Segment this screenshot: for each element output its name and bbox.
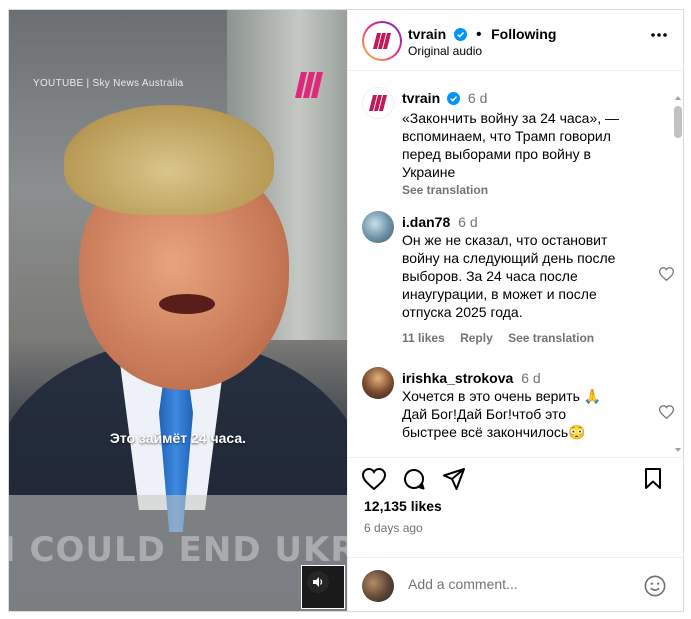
video-mouth bbox=[159, 294, 215, 314]
comment-text: Хочется в это очень верить 🙏 Дай Бог!Дай… bbox=[402, 388, 602, 440]
video-hair bbox=[64, 105, 274, 215]
commenter-username[interactable]: irishka_strokova bbox=[402, 370, 513, 386]
commenter-username[interactable]: i.dan78 bbox=[402, 214, 450, 230]
tvrain-watermark-icon bbox=[289, 70, 325, 105]
like-comment-icon[interactable] bbox=[658, 267, 675, 286]
caption-username[interactable]: tvrain bbox=[402, 90, 440, 106]
post-actions: 12,135 likes 6 days ago bbox=[348, 457, 683, 611]
comment-icon[interactable] bbox=[402, 467, 426, 496]
video-source-label: YOUTUBE | Sky News Australia bbox=[33, 78, 184, 89]
like-comment-icon[interactable] bbox=[658, 405, 675, 424]
post-details-panel: tvrain • Following Original audio tvrain… bbox=[347, 10, 683, 611]
author-avatar[interactable] bbox=[362, 21, 402, 61]
following-button[interactable]: Following bbox=[491, 26, 556, 42]
add-comment-input[interactable] bbox=[408, 576, 628, 592]
more-options-icon[interactable] bbox=[650, 26, 668, 38]
tvrain-logo-icon bbox=[363, 88, 393, 118]
video-subtitle: Это займёт 24 часа. bbox=[109, 430, 247, 446]
speaker-icon bbox=[307, 571, 329, 593]
current-user-avatar bbox=[362, 570, 394, 602]
add-comment-bar bbox=[348, 557, 683, 611]
see-translation-link[interactable]: See translation bbox=[402, 181, 624, 199]
likes-count[interactable]: 12,135 likes bbox=[364, 498, 442, 514]
share-icon[interactable] bbox=[442, 468, 466, 495]
verified-badge-icon bbox=[447, 91, 461, 109]
emoji-icon[interactable] bbox=[644, 575, 666, 602]
see-translation-link[interactable]: See translation bbox=[508, 331, 594, 345]
scrollbar-thumb[interactable] bbox=[674, 106, 682, 138]
scroll-down-icon[interactable] bbox=[674, 446, 682, 454]
commenter-avatar[interactable] bbox=[362, 211, 394, 243]
caption-text: «Закончить войну за 24 часа», — вспомина… bbox=[402, 110, 620, 180]
author-username[interactable]: tvrain bbox=[408, 26, 446, 42]
commenter-avatar[interactable] bbox=[362, 367, 394, 399]
comment-meta: 11 likes Reply See translation bbox=[402, 329, 624, 347]
video-player[interactable]: I COULD END UKR YOUTUBE | Sky News Austr… bbox=[9, 10, 347, 611]
mute-toggle[interactable] bbox=[301, 565, 345, 609]
caption-avatar[interactable] bbox=[362, 87, 394, 119]
comment-time[interactable]: 6 d bbox=[458, 214, 477, 230]
save-bookmark-icon[interactable] bbox=[644, 468, 662, 495]
tvrain-logo-icon bbox=[364, 23, 400, 59]
separator-dot: • bbox=[476, 26, 482, 43]
video-background-caption: I COULD END UKR bbox=[9, 530, 347, 570]
post-modal: I COULD END UKR YOUTUBE | Sky News Austr… bbox=[8, 9, 684, 612]
post-date[interactable]: 6 days ago bbox=[364, 521, 423, 535]
scroll-up-icon[interactable] bbox=[674, 94, 682, 102]
like-icon[interactable] bbox=[361, 467, 387, 495]
comment-likes[interactable]: 11 likes bbox=[402, 331, 445, 345]
original-audio-link[interactable]: Original audio bbox=[408, 44, 482, 58]
reply-button[interactable]: Reply bbox=[460, 331, 493, 345]
post-header: tvrain • Following Original audio bbox=[348, 10, 683, 71]
comment-text: Он же не сказал, что остановит войну на … bbox=[402, 232, 616, 320]
comments-scrollbar[interactable] bbox=[674, 94, 682, 454]
caption-time[interactable]: 6 d bbox=[468, 90, 487, 106]
comment-time[interactable]: 6 d bbox=[521, 370, 540, 386]
comments-list: tvrain 6 d «Закончить войну за 24 часа»,… bbox=[348, 71, 683, 457]
